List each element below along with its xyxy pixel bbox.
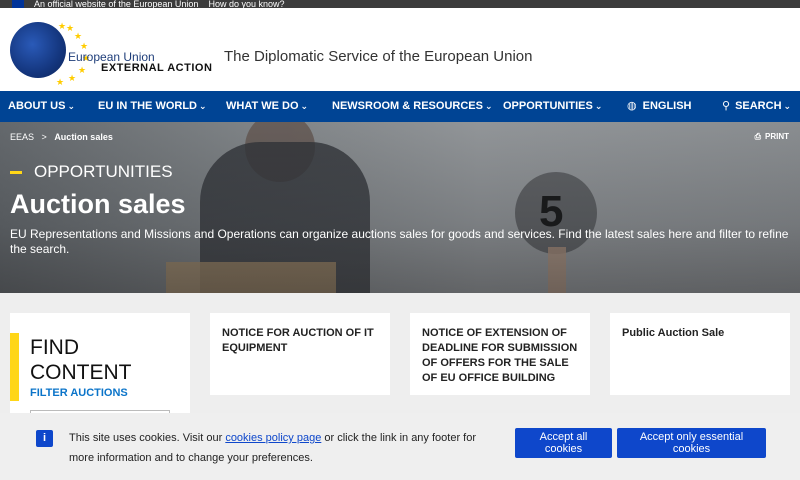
find-content-title: FIND CONTENT	[30, 336, 132, 384]
section-text: OPPORTUNITIES	[34, 162, 173, 181]
card-title: Public Auction Sale	[622, 327, 725, 339]
breadcrumb-current: Auction sales	[54, 132, 113, 142]
chevron-down-icon: ⌄	[199, 101, 207, 111]
brand-subtitle: EXTERNAL ACTION	[101, 62, 213, 74]
accent-bar	[10, 333, 19, 401]
nav-label: ABOUT US	[8, 100, 66, 112]
site-header: ★ ★ ★ ★ ★ ★ ★ ★ European Union EXTERNAL …	[0, 8, 800, 91]
page-title: Auction sales	[10, 189, 186, 219]
nav-label: SEARCH	[735, 100, 782, 112]
chevron-down-icon: ⌄	[300, 101, 309, 111]
nav-eu-in-the-world[interactable]: EU IN THE WORLD ⌄	[98, 91, 207, 122]
print-button[interactable]: ⎙ PRINT	[755, 132, 789, 142]
section-label: OPPORTUNITIES	[10, 162, 173, 182]
nav-label: OPPORTUNITIES	[503, 100, 593, 112]
breadcrumb-separator: >	[41, 132, 47, 142]
nav-label: EU IN THE WORLD	[98, 100, 197, 112]
hero-banner: 5 EEAS > Auction sales ⎙PRINT OPPORTUNIT…	[0, 122, 800, 293]
nav-label: WHAT WE DO	[226, 100, 299, 112]
find-content-panel: FIND CONTENT FILTER AUCTIONS	[10, 313, 190, 423]
cookie-banner: i This site uses cookies. Visit our cook…	[0, 413, 800, 480]
section-accent-bar	[10, 170, 22, 174]
official-eu-bar: An official website of the European Unio…	[0, 0, 800, 8]
nav-newsroom-resources[interactable]: NEWSROOM & RESOURCES ⌄	[332, 91, 493, 122]
chevron-down-icon: ⌄	[484, 101, 493, 111]
nav-opportunities[interactable]: OPPORTUNITIES ⌄	[503, 91, 602, 122]
cookies-policy-link[interactable]: cookies policy page	[225, 432, 321, 444]
chevron-down-icon: ⌄	[783, 101, 792, 111]
nav-label: NEWSROOM & RESOURCES	[332, 100, 483, 112]
nav-label: ENGLISH	[642, 100, 692, 112]
site-tagline: The Diplomatic Service of the European U…	[224, 48, 533, 65]
search-icon: ⚲	[722, 100, 731, 112]
auction-card[interactable]: NOTICE OF EXTENSION OF DEADLINE FOR SUBM…	[410, 313, 590, 395]
cookie-text: This site uses cookies. Visit our	[69, 432, 226, 444]
auction-card[interactable]: Public Auction Sale	[610, 313, 790, 395]
breadcrumb: EEAS > Auction sales	[10, 132, 113, 142]
info-icon: i	[36, 430, 53, 447]
print-icon: ⎙	[754, 132, 761, 141]
auction-card[interactable]: NOTICE FOR AUCTION OF IT EQUIPMENT	[210, 313, 390, 395]
filter-auctions-link[interactable]: FILTER AUCTIONS	[30, 387, 128, 399]
language-selector[interactable]: ◍ ENGLISH	[627, 91, 692, 122]
breadcrumb-root-link[interactable]: EEAS	[10, 132, 34, 142]
accept-essential-cookies-button[interactable]: Accept only essential cookies	[617, 428, 766, 458]
card-title: NOTICE OF EXTENSION OF DEADLINE FOR SUBM…	[422, 327, 578, 384]
card-title: NOTICE FOR AUCTION OF IT EQUIPMENT	[222, 327, 374, 354]
how-do-you-know-link[interactable]: How do you know?	[208, 0, 284, 8]
nav-about-us[interactable]: ABOUT US ⌄	[8, 91, 75, 122]
print-label: PRINT	[765, 132, 789, 141]
nav-search[interactable]: ⚲ SEARCH ⌄	[722, 91, 791, 122]
globe-icon: ◍	[627, 100, 637, 112]
nav-what-we-do[interactable]: WHAT WE DO ⌄	[226, 91, 308, 122]
page-description: EU Representations and Missions and Oper…	[10, 227, 789, 256]
chevron-down-icon: ⌄	[67, 101, 75, 111]
official-site-text: An official website of the European Unio…	[34, 0, 199, 8]
cookie-message: This site uses cookies. Visit our cookie…	[69, 428, 489, 468]
eu-flag-icon	[12, 0, 24, 8]
accept-all-cookies-button[interactable]: Accept all cookies	[515, 428, 612, 458]
chevron-down-icon: ⌄	[594, 101, 603, 111]
